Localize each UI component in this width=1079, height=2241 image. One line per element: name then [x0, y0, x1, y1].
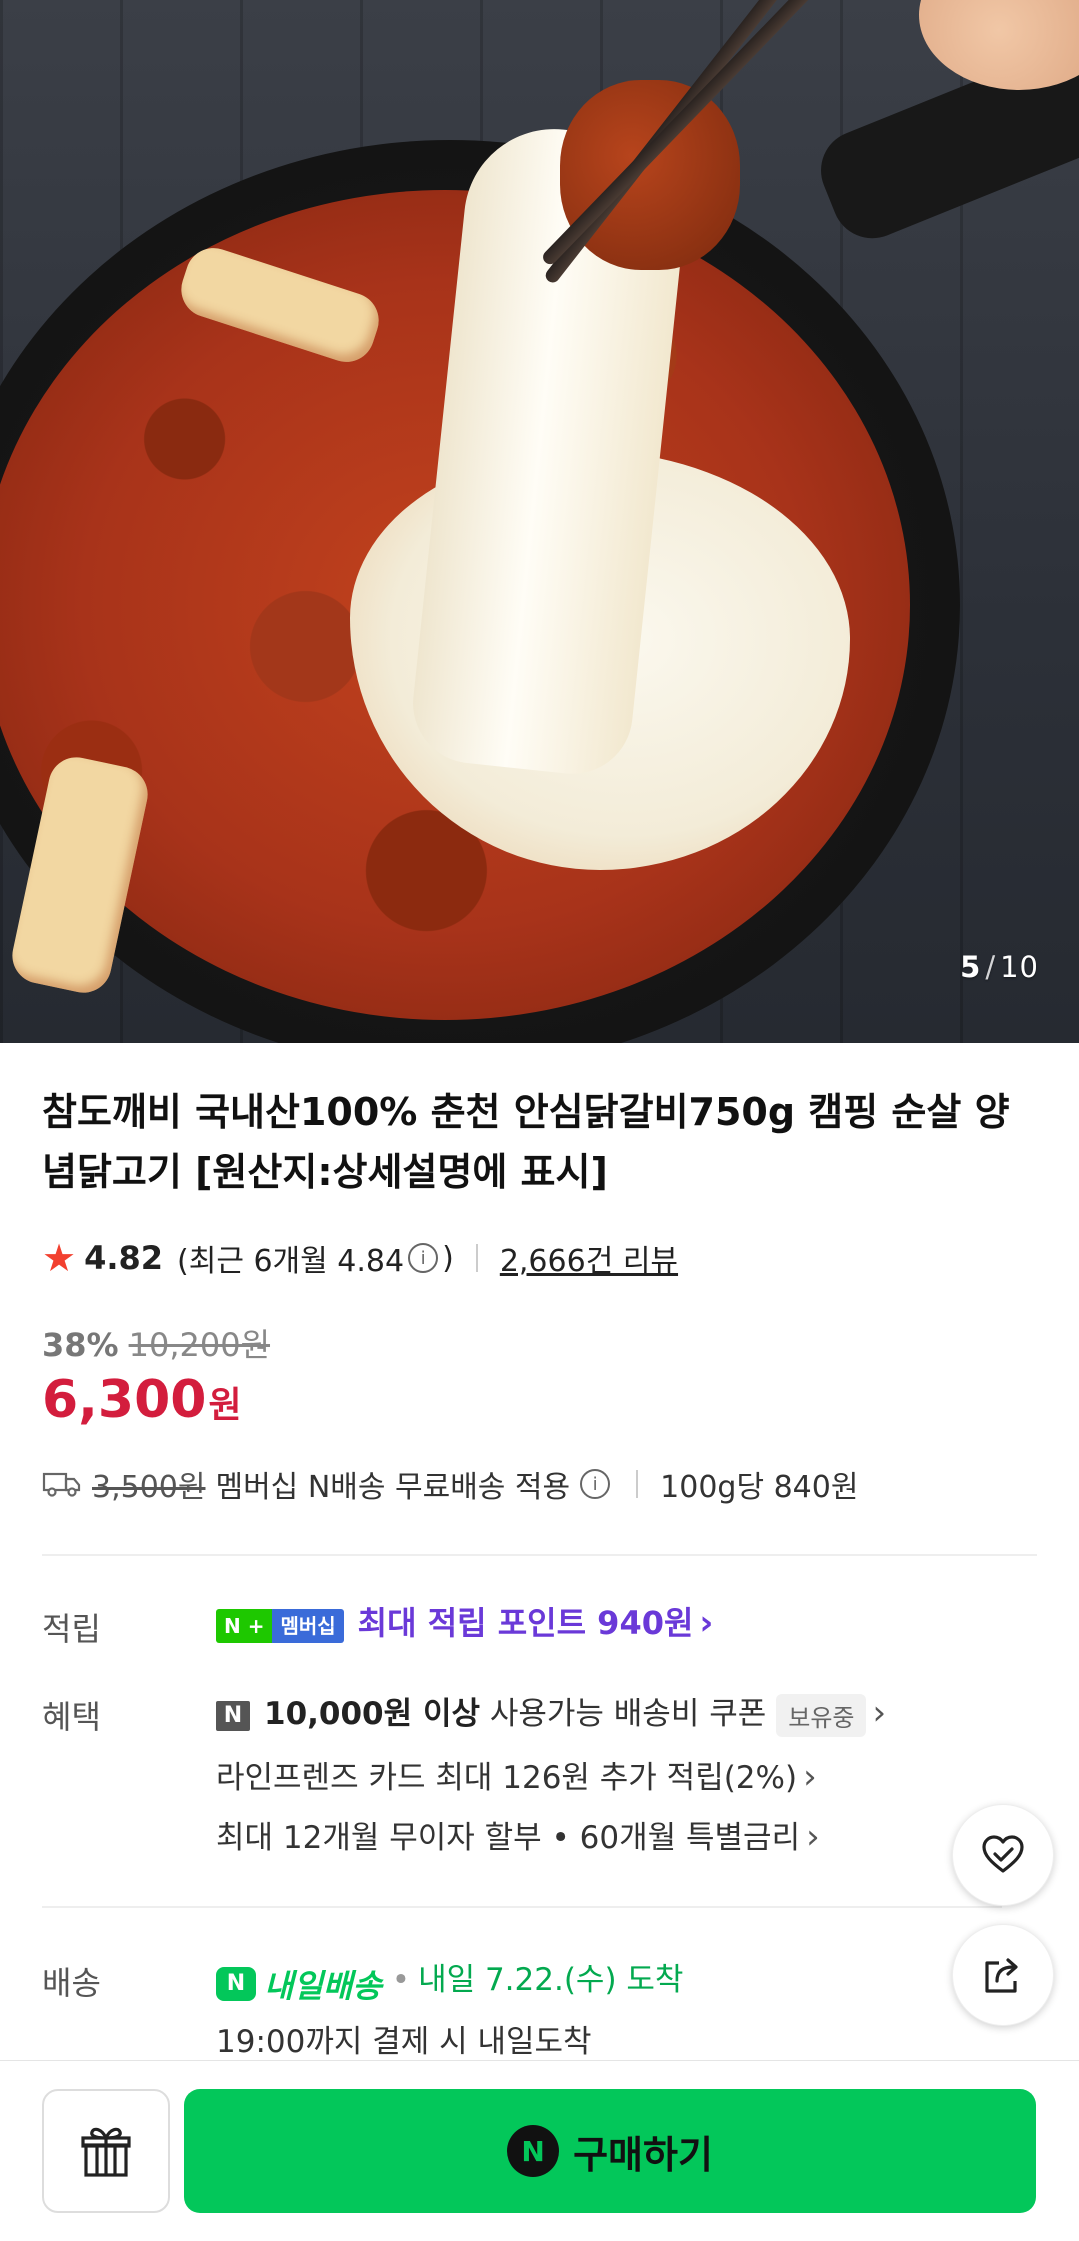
naver-pay-n-icon: N [507, 2125, 560, 2177]
shipping-coupon-row[interactable]: N 10,000원 이상 사용가능 배송비 쿠폰 보유중 › [216, 1688, 886, 1737]
rating-score: 4.82 [84, 1239, 164, 1277]
benefits-label: 혜택 [42, 1698, 101, 1736]
section-divider [42, 1554, 1037, 1556]
discount-row: 38% 10,200원 [42, 1320, 270, 1366]
sale-price: 6,300 [42, 1370, 207, 1430]
naver-n-icon: N [216, 1700, 250, 1731]
chevron-right-icon: › [699, 1603, 714, 1643]
delivery-date: • 내일 7.22.(수) 도착 [392, 1962, 684, 1998]
divider [475, 1244, 478, 1272]
image-counter-total: 10 [1000, 950, 1039, 984]
review-count-link[interactable]: 2,666건 리뷰 [500, 1236, 678, 1280]
shipping-row: 3,500원 멤버십 N배송 무료배송 적용 i 100g당 840원 [42, 1462, 858, 1506]
chevron-right-icon: › [806, 1817, 820, 1857]
gift-button[interactable] [42, 2089, 170, 2213]
chevron-right-icon: › [803, 1757, 817, 1797]
hand-image [919, 0, 1079, 90]
bullet-dot: • [391, 1962, 411, 1998]
recent-rating: (최근 6개월 4.84 [177, 1244, 405, 1279]
share-icon [985, 1958, 1018, 1993]
delivery-date-text: 내일 7.22.(수) 도착 [418, 1962, 684, 1998]
price-row: 6,300원 [42, 1370, 242, 1430]
info-icon[interactable]: i [580, 1469, 611, 1499]
image-counter-current: 5 [960, 950, 982, 984]
delivery-row: N 내일배송 • 내일 7.22.(수) 도착 [216, 1954, 683, 2007]
discount-rate: 38% [42, 1326, 119, 1364]
shipping-text: 멤버십 N배송 무료배송 적용 [215, 1470, 571, 1505]
original-shipping-fee: 3,500원 [92, 1470, 206, 1505]
points-label: 적립 [42, 1610, 101, 1648]
owned-badge: 보유중 [776, 1694, 867, 1737]
image-counter: 5/10 [960, 950, 1039, 984]
recent-rating-close: ) [442, 1240, 454, 1276]
star-icon: ★ [42, 1236, 77, 1280]
tomorrow-delivery-badge: N 내일배송 [216, 1961, 382, 2007]
delivery-label: 배송 [42, 1964, 101, 2002]
gift-icon [81, 2127, 131, 2177]
installment-row[interactable]: 최대 12개월 무이자 할부 • 60개월 특별금리 › [216, 1812, 820, 1857]
bottom-action-bar: N 구매하기 [0, 2060, 1079, 2241]
membership-badge-plus: N + [216, 1608, 273, 1643]
buy-button-label: 구매하기 [573, 2132, 713, 2177]
section-divider [42, 1906, 1002, 1908]
naver-n-icon: N [216, 1966, 256, 2001]
buy-button[interactable]: N 구매하기 [184, 2089, 1036, 2213]
truck-icon [42, 1472, 81, 1497]
rating-row: ★ 4.82 (최근 6개월 4.84 i ) 2,666건 리뷰 [42, 1236, 678, 1280]
product-image[interactable]: 5/10 [0, 0, 1079, 1043]
max-points-link: 최대 적립 포인트 940원 › [357, 1603, 714, 1643]
installment-text: 최대 12개월 무이자 할부 • 60개월 특별금리 [216, 1820, 801, 1856]
divider [636, 1470, 639, 1498]
max-points-text: 최대 적립 포인트 940원 [357, 1604, 694, 1642]
card-benefit-row[interactable]: 라인프렌즈 카드 최대 126원 추가 적립(2%) › [216, 1752, 817, 1797]
heart-check-icon [982, 1835, 1024, 1873]
unit-price: 100g당 840원 [660, 1470, 859, 1505]
price-unit: 원 [208, 1385, 242, 1426]
card-benefit-text: 라인프렌즈 카드 최대 126원 추가 적립(2%) [216, 1760, 798, 1796]
wishlist-button[interactable] [952, 1804, 1054, 1906]
image-counter-separator: / [985, 950, 997, 984]
delivery-cutoff: 19:00까지 결제 시 내일도착 [216, 2024, 592, 2060]
membership-badge: N + 멤버십 [216, 1608, 344, 1643]
info-icon[interactable]: i [408, 1243, 439, 1273]
coupon-min-amount: 10,000원 이상 [264, 1696, 480, 1732]
points-row[interactable]: N + 멤버십 최대 적립 포인트 940원 › [216, 1598, 713, 1644]
tomorrow-delivery-label: 내일배송 [264, 1966, 382, 2005]
share-button[interactable] [952, 1924, 1054, 2026]
coupon-text: 사용가능 배송비 쿠폰 [489, 1696, 767, 1732]
membership-badge-label: 멤버십 [272, 1608, 344, 1643]
original-price: 10,200원 [128, 1326, 271, 1364]
chevron-right-icon: › [872, 1693, 887, 1733]
product-title: 참도깨비 국내산100% 춘천 안심닭갈비750g 캠핑 순살 양념닭고기 [원… [42, 1090, 1010, 1194]
